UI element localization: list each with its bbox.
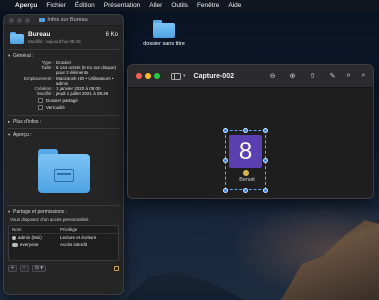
info-key: Modifié :: [36, 91, 54, 97]
permission-summary: Vous disposez d'un accès personnalisé.: [10, 217, 90, 223]
info-value: jeudi 1 juillet 2021 à 08:49: [56, 91, 109, 97]
minimize-button[interactable]: [145, 73, 151, 79]
user-icon: [12, 235, 16, 240]
item-size: 6 Ko: [105, 32, 118, 38]
shared-folder-checkbox[interactable]: [38, 98, 43, 104]
info-window-title: Infos sur Bureau: [4, 17, 123, 23]
preview-folder-icon: [37, 149, 90, 194]
menu-app-name[interactable]: Aperçu: [15, 2, 37, 9]
item-modified: Modifié : aujourd'hui 08:49: [28, 39, 81, 44]
col-name-header[interactable]: Nom: [12, 227, 60, 232]
section-preview-label: Aperçu :: [13, 132, 32, 139]
info-window: Infos sur Bureau Bureau Modifié : aujour…: [3, 14, 124, 295]
section-sharing-label: Partage et permissions :: [13, 209, 67, 216]
share-icon[interactable]: ⇧: [308, 72, 317, 80]
menu-bar: Aperçu Fichier Édition Présentation Alle…: [0, 0, 379, 11]
section-more-info[interactable]: ▸ Plus d'infos :: [4, 118, 123, 126]
resize-handle-top-left[interactable]: [223, 128, 228, 133]
menu-item-outils[interactable]: Outils: [171, 2, 188, 9]
folder-icon: [39, 17, 46, 22]
info-header: Bureau Modifié : aujourd'hui 08:49 6 Ko: [4, 26, 123, 47]
zoom-in-icon[interactable]: ⊕: [288, 72, 297, 80]
desktop-folder-label: dossier sans titre: [143, 41, 185, 47]
add-user-button[interactable]: +: [8, 265, 17, 273]
selection-rectangle[interactable]: [225, 130, 266, 190]
section-preview[interactable]: ▾ Aperçu :: [4, 131, 123, 139]
permission-toolbar: + − ⊙ ▾: [8, 265, 119, 273]
close-button[interactable]: [136, 73, 142, 79]
info-title-text: Infos sur Bureau: [47, 17, 88, 23]
privilege-cell[interactable]: Accès interdit: [60, 242, 115, 247]
action-menu-button[interactable]: ⊙ ▾: [31, 265, 46, 273]
markup-icon[interactable]: ✎: [328, 72, 337, 80]
menu-item-aide[interactable]: Aide: [228, 2, 241, 9]
item-name: Bureau: [28, 31, 51, 38]
resize-handle-bottom-left[interactable]: [223, 188, 228, 193]
table-row[interactable]: everyone Accès interdit: [9, 241, 118, 248]
divider: [7, 205, 120, 207]
resize-handle-top-right[interactable]: [263, 128, 268, 133]
locked-row[interactable]: Verrouillé: [4, 105, 123, 111]
folder-icon: [153, 20, 175, 38]
menu-item-presentation[interactable]: Présentation: [104, 2, 141, 9]
lock-icon[interactable]: [114, 266, 119, 272]
section-general[interactable]: ▾ Général :: [4, 52, 123, 60]
general-info-grid: Type : Dossier Taille :6 144 octets (6 Ko…: [4, 60, 123, 96]
group-icon: [12, 242, 18, 247]
more-tools-icon[interactable]: »: [344, 72, 353, 79]
shared-folder-row[interactable]: Dossier partagé: [4, 98, 123, 104]
user-name-cell: admin (Moi): [18, 235, 42, 241]
resize-handle-right[interactable]: [263, 158, 268, 163]
table-header: Nom Privilège: [9, 226, 118, 235]
chevron-down-icon[interactable]: ▾: [183, 73, 186, 79]
section-sharing[interactable]: ▾ Partage et permissions :: [4, 208, 123, 216]
wallpaper-rock: [281, 220, 379, 300]
locked-checkbox[interactable]: [38, 105, 43, 111]
menu-item-fenetre[interactable]: Fenêtre: [197, 2, 219, 9]
wallpaper-hill: [125, 272, 245, 300]
divider: [7, 128, 120, 130]
search-icon[interactable]: ⌕: [359, 72, 368, 80]
divider: [7, 115, 120, 117]
zoom-button[interactable]: [154, 73, 160, 79]
resize-handle-bottom-right[interactable]: [263, 188, 268, 193]
image-canvas[interactable]: 8 Benoit: [128, 88, 373, 198]
resize-handle-left[interactable]: [223, 158, 228, 163]
col-privilege-header[interactable]: Privilège: [60, 227, 115, 232]
table-row[interactable]: admin (Moi) Lecture et écriture: [9, 234, 118, 241]
folder-icon: [10, 32, 24, 44]
section-more-info-label: Plus d'infos :: [13, 119, 42, 126]
zoom-out-icon[interactable]: ⊖: [268, 72, 277, 80]
menu-item-aller[interactable]: Aller: [149, 2, 162, 9]
shared-folder-label: Dossier partagé: [46, 98, 78, 104]
menu-item-fichier[interactable]: Fichier: [46, 2, 66, 9]
locked-label: Verrouillé: [46, 105, 65, 111]
user-name-cell: everyone: [20, 242, 39, 248]
privilege-cell[interactable]: Lecture et écriture: [60, 235, 115, 240]
divider: [7, 49, 120, 50]
sidebar-toggle-icon[interactable]: [171, 72, 181, 80]
remove-user-button[interactable]: −: [19, 265, 29, 273]
permissions-table: Nom Privilège admin (Moi) Lecture et écr…: [8, 225, 119, 262]
resize-handle-bottom[interactable]: [243, 188, 248, 193]
menu-item-edition[interactable]: Édition: [75, 2, 95, 9]
info-titlebar[interactable]: Infos sur Bureau: [4, 15, 123, 26]
preview-window: ▾ Capture-002 ⊖ ⊕ ⇧ ✎ » ⌕ 8 Benoit: [127, 64, 374, 199]
preview-toolbar[interactable]: ▾ Capture-002 ⊖ ⊕ ⇧ ✎ » ⌕: [128, 65, 373, 88]
document-title: Capture-002: [193, 72, 234, 80]
desktop-folder[interactable]: dossier sans titre: [138, 20, 190, 47]
section-general-label: Général :: [13, 53, 34, 59]
resize-handle-top[interactable]: [243, 128, 248, 133]
